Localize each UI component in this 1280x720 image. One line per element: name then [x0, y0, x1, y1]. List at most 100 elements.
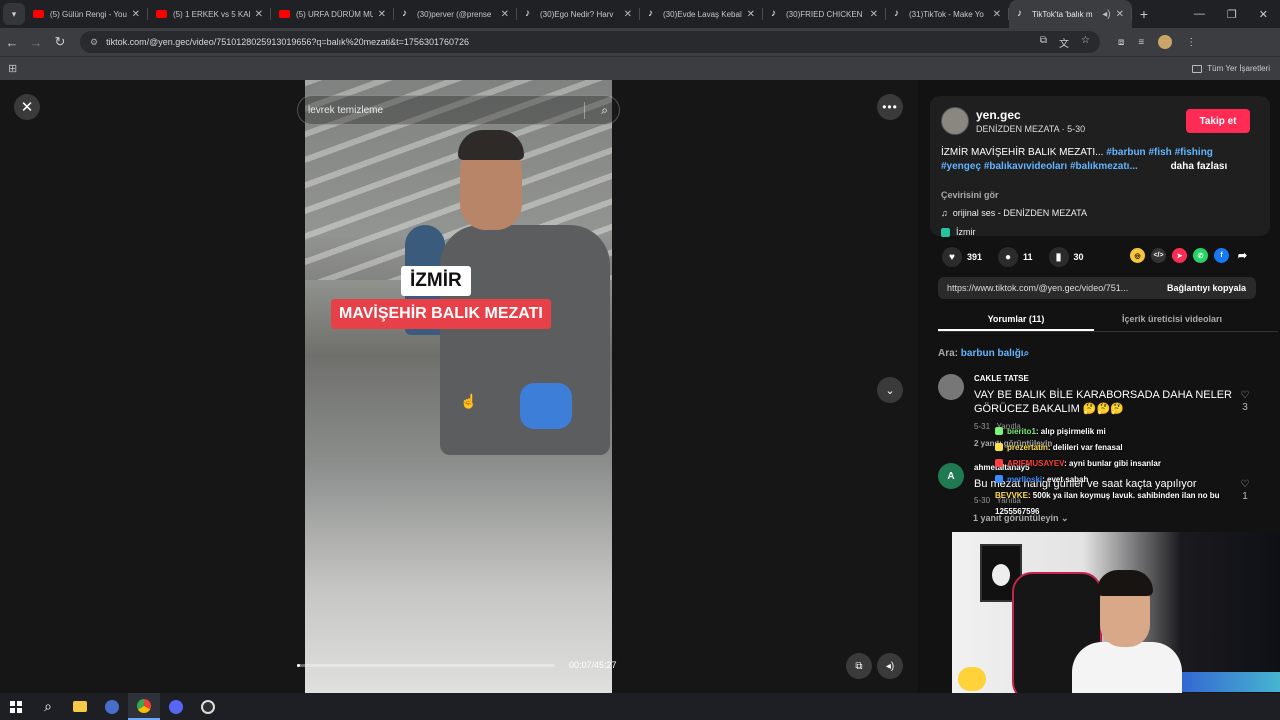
whatsapp-icon[interactable]: ✆: [1193, 248, 1208, 263]
back-icon[interactable]: ←: [0, 35, 24, 50]
close-icon[interactable]: ✕: [993, 9, 1001, 20]
browser-tab[interactable]: (5) URFA DÜRÜM MU ✕: [271, 0, 394, 28]
taskbar-app[interactable]: [192, 693, 224, 720]
url-field[interactable]: ⚙ tiktok.com/@yen.gec/video/751012802591…: [80, 31, 1100, 53]
comment-button[interactable]: ● 11: [998, 247, 1033, 267]
profile-avatar[interactable]: [1158, 35, 1173, 49]
share-link-field[interactable]: https://www.tiktok.com/@yen.gec/video/75…: [938, 277, 1256, 299]
browser-tab[interactable]: ♪ (31)TikTok - Make Yo ✕: [886, 0, 1009, 28]
copy-link-button[interactable]: Bağlantıyı kopyala: [1167, 283, 1256, 293]
folder-icon: [73, 701, 87, 712]
coin-icon[interactable]: ◎: [1130, 248, 1145, 263]
browser-tab[interactable]: (5) 1 ERKEK vs 5 KADI ✕: [148, 0, 271, 28]
bookmark-icon: ▮: [1048, 247, 1069, 267]
tab-comments[interactable]: Yorumlar (11): [938, 308, 1094, 331]
browser-tab[interactable]: ♪ (30)perver (@prense ✕: [394, 0, 517, 28]
install-icon[interactable]: ⧉: [1040, 35, 1047, 50]
comment-username[interactable]: CAKLE TATSE: [974, 374, 1029, 383]
close-icon[interactable]: ✕: [501, 9, 509, 20]
reading-list-icon[interactable]: ≡: [1138, 37, 1144, 48]
volume-button[interactable]: ◂): [877, 653, 903, 679]
browser-tab[interactable]: (5) Gülün Rengi - You ✕: [25, 0, 148, 28]
facebook-icon[interactable]: f: [1214, 248, 1229, 263]
taskbar-file-explorer[interactable]: [64, 693, 96, 720]
window-controls: — ❐ ✕: [1194, 8, 1280, 21]
video-frame[interactable]: İZMİR MAVİŞEHİR BALIK MEZATI: [305, 80, 612, 693]
chat-badge-icon: [995, 459, 1003, 467]
chat-username: ARIFMUSAYEV: [1007, 459, 1065, 468]
forward-icon[interactable]: →: [24, 35, 48, 50]
site-info-icon[interactable]: ⚙: [90, 37, 98, 48]
browser-tab-active[interactable]: ♪ TikTok'ta 'balık m ◂) ✕: [1009, 0, 1132, 28]
menu-icon[interactable]: ⋮: [1186, 37, 1196, 48]
minimize-icon[interactable]: —: [1194, 8, 1205, 21]
like-button[interactable]: ♥ 391: [942, 247, 982, 267]
next-video-button[interactable]: ⌄: [877, 377, 903, 403]
search-icon: ⌕: [44, 698, 52, 714]
hashtag-link[interactable]: #fish: [1148, 147, 1171, 158]
tab-title: (30)Ego Nedir? Harv: [540, 9, 614, 19]
tab-search-button[interactable]: ▾: [3, 3, 25, 25]
tab-creator-videos[interactable]: İçerik üreticisi videoları: [1094, 308, 1250, 331]
more-link[interactable]: daha fazlası: [1171, 161, 1228, 172]
close-icon[interactable]: ✕: [132, 9, 140, 20]
music-row[interactable]: ♫ orijinal ses - DENİZDEN MEZATA: [941, 208, 1087, 218]
search-suggestion[interactable]: Ara: barbun balığı⌕: [938, 348, 1029, 359]
close-icon[interactable]: ✕: [1116, 9, 1124, 20]
extensions-icon[interactable]: ⧈: [1118, 37, 1124, 48]
reload-icon[interactable]: ↻: [48, 34, 72, 50]
close-video-button[interactable]: ✕: [14, 94, 40, 120]
floating-player-button[interactable]: ⧉: [846, 653, 872, 679]
translate-link[interactable]: Çevirisini gör: [941, 190, 999, 200]
taskbar-chrome[interactable]: [128, 693, 160, 720]
author-username[interactable]: yen.gec: [976, 108, 1021, 122]
comment-date: 5-31: [974, 422, 991, 431]
more-options-button[interactable]: •••: [877, 94, 903, 120]
taskbar-search-button[interactable]: ⌕: [32, 693, 64, 720]
start-button[interactable]: [0, 693, 32, 720]
send-icon[interactable]: ➤: [1172, 248, 1187, 263]
stats-row: ♥ 391 ● 11 ▮ 30: [942, 247, 1084, 267]
hashtag-link[interactable]: #fishing: [1175, 147, 1213, 158]
comment-like-button[interactable]: ♡ 3: [1238, 390, 1252, 414]
hashtag-link[interactable]: #balıkavıvideoları: [984, 161, 1067, 172]
speaker-icon[interactable]: ◂): [1102, 9, 1110, 20]
tab-title: (30)FRIED CHICKEN I: [786, 9, 865, 19]
hashtag-link[interactable]: #yengeç: [941, 161, 981, 172]
browser-tab[interactable]: ♪ (30)Ego Nedir? Harv ✕: [517, 0, 640, 28]
location-row[interactable]: İzmir: [941, 227, 976, 237]
translate-icon[interactable]: 文: [1059, 35, 1069, 50]
close-icon[interactable]: ✕: [870, 9, 878, 20]
chat-text: 1255567596: [995, 507, 1040, 516]
comment-icon: ●: [998, 247, 1019, 267]
close-icon[interactable]: ✕: [378, 9, 386, 20]
save-button[interactable]: ▮ 30: [1048, 247, 1084, 267]
close-icon[interactable]: ✕: [1259, 8, 1268, 21]
hashtag-link[interactable]: #barbun: [1106, 147, 1145, 158]
avatar[interactable]: A: [938, 463, 964, 489]
hashtag-link[interactable]: #balıkmezatı...: [1070, 161, 1138, 172]
search-suggestion-keyword[interactable]: barbun balığı: [961, 348, 1024, 359]
close-icon[interactable]: ✕: [624, 9, 632, 20]
embed-icon[interactable]: </>: [1151, 248, 1166, 263]
share-arrow-icon[interactable]: ➦: [1235, 248, 1250, 263]
all-bookmarks-button[interactable]: Tüm Yer İşaretleri: [1192, 64, 1280, 73]
avatar[interactable]: [938, 374, 964, 400]
new-tab-button[interactable]: +: [1132, 6, 1156, 22]
close-icon[interactable]: ✕: [747, 9, 755, 20]
url-text: tiktok.com/@yen.gec/video/75101280259130…: [106, 37, 469, 47]
search-icon[interactable]: ⌕: [601, 103, 608, 118]
video-search-input[interactable]: levrek temizleme ⌕: [297, 95, 620, 125]
bookmark-star-icon[interactable]: ☆: [1081, 35, 1090, 50]
browser-tab[interactable]: ♪ (30)Evde Lavaş Kebal ✕: [640, 0, 763, 28]
apps-grid-icon[interactable]: ⊞: [8, 62, 17, 75]
taskbar-app[interactable]: [96, 693, 128, 720]
video-progress-bar[interactable]: [297, 664, 555, 667]
close-icon[interactable]: ✕: [255, 9, 263, 20]
search-divider: [584, 102, 585, 119]
follow-button[interactable]: Takip et: [1186, 109, 1250, 133]
avatar[interactable]: [941, 107, 969, 135]
browser-tab[interactable]: ♪ (30)FRIED CHICKEN I ✕: [763, 0, 886, 28]
restore-icon[interactable]: ❐: [1227, 8, 1237, 21]
taskbar-app[interactable]: [160, 693, 192, 720]
